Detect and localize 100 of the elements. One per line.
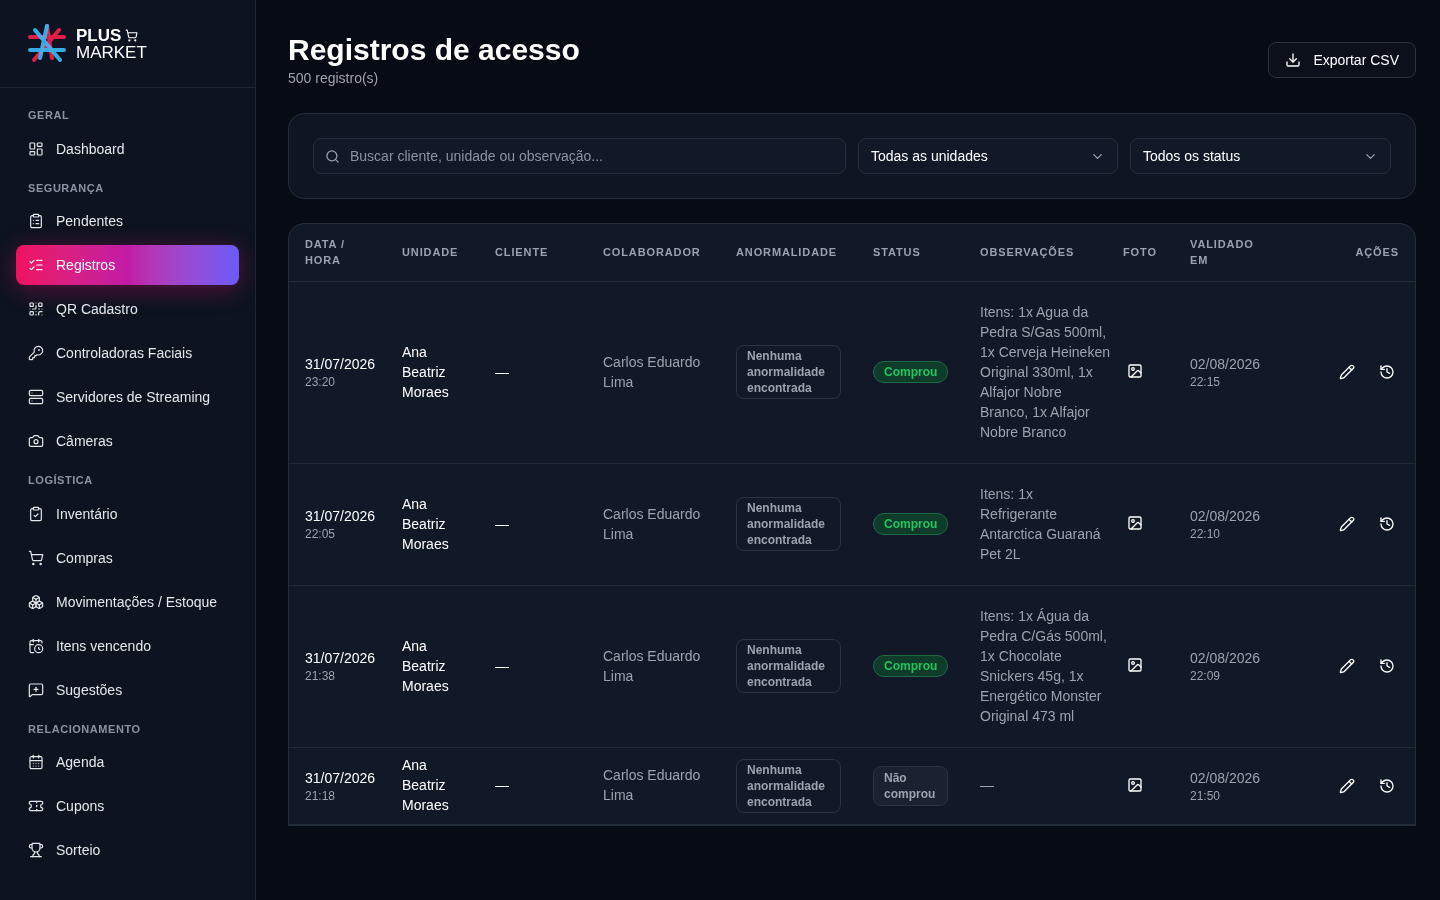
sidebar-item[interactable]: Agenda	[16, 742, 239, 782]
clipboard-check-icon	[28, 505, 44, 522]
calendar-icon	[28, 754, 44, 770]
status-badge: Comprou	[873, 655, 949, 677]
sidebar-item[interactable]: Registros	[16, 245, 239, 285]
unit-text: Ana Beatriz Moraes	[402, 636, 450, 696]
unit-select[interactable]: Todas as unidades	[858, 138, 1118, 174]
column-header: VALIDADO EM	[1190, 237, 1255, 269]
sidebar-item[interactable]: Câmeras	[16, 421, 239, 461]
validated-date: 02/08/2026	[1190, 507, 1262, 526]
cart-icon	[125, 28, 139, 42]
pencil-icon	[1339, 777, 1355, 794]
employee-text: Carlos Eduardo Lima	[603, 766, 702, 805]
checklist-icon	[28, 257, 44, 273]
ticket-icon	[28, 798, 44, 814]
status-badge: Comprou	[873, 361, 949, 383]
time-text: 22:05	[305, 526, 337, 542]
sidebar-item[interactable]: Pendentes	[16, 201, 239, 241]
pencil-icon	[1339, 658, 1355, 674]
history-icon	[1379, 364, 1395, 380]
server-icon	[28, 389, 44, 405]
sidebar-item[interactable]: Sugestões	[16, 669, 239, 710]
date-text: 31/07/2026	[305, 649, 377, 668]
clipboard-icon	[28, 213, 44, 229]
client-text: —	[495, 777, 509, 793]
validated-date: 02/08/2026	[1190, 768, 1262, 788]
sidebar-item[interactable]: Compras	[16, 537, 239, 578]
history-icon	[1379, 658, 1395, 674]
dashboard-icon	[28, 140, 44, 157]
sidebar-item[interactable]: Movimentações / Estoque	[16, 581, 239, 622]
time-text: 21:38	[305, 668, 337, 684]
client-text: —	[495, 363, 509, 380]
pencil-icon	[1339, 516, 1355, 532]
column-header: CLIENTE	[495, 246, 549, 259]
pencil-icon	[1339, 364, 1355, 380]
sidebar-item[interactable]: Controladoras Faciais	[16, 333, 239, 373]
sidebar-item[interactable]: Inventário	[16, 493, 239, 534]
employee-text: Carlos Eduardo Lima	[603, 352, 702, 392]
key-icon	[28, 345, 44, 361]
column-header: ANORMALIDADE	[736, 246, 837, 259]
page-title: Registros de acesso	[288, 32, 580, 68]
client-text: —	[495, 657, 509, 674]
column-header: FOTO	[1123, 246, 1157, 259]
section-heading: SEGURANÇA	[27, 180, 105, 196]
validated-time: 22:10	[1190, 526, 1222, 542]
sidebar-item[interactable]: Itens vencendo	[16, 625, 239, 666]
sidebar-item[interactable]: Servidores de Streaming	[16, 377, 239, 417]
unit-text: Ana Beatriz Moraes	[402, 342, 450, 402]
brand-subtitle: MARKET	[76, 43, 147, 61]
image-icon	[1127, 515, 1143, 531]
search-field[interactable]: Buscar cliente, unidade ou observação...	[313, 138, 846, 174]
employee-text: Carlos Eduardo Lima	[603, 646, 702, 686]
sidebar-item[interactable]: Dashboard	[16, 128, 239, 169]
brand-name: PLUS	[76, 26, 122, 44]
validated-time: 22:15	[1190, 374, 1222, 390]
unit-text: Ana Beatriz Moraes	[402, 756, 450, 815]
export-button[interactable]: Exportar CSV	[1268, 42, 1416, 78]
date-text: 31/07/2026	[305, 768, 377, 788]
qr-code-icon	[28, 301, 44, 317]
notes-text: Itens: 1x Refrigerante Antarctica Guaraná Pet 2L	[980, 484, 1102, 564]
column-header: STATUS	[873, 246, 921, 259]
status-badge: Comprou	[873, 513, 949, 535]
boxes-icon	[28, 593, 44, 610]
time-text: 21:18	[305, 787, 337, 804]
image-icon	[1127, 776, 1143, 793]
message-plus-icon	[28, 681, 44, 698]
section-heading: LOGÍSTICA	[27, 473, 94, 488]
validated-time: 22:09	[1190, 668, 1222, 684]
anomaly-badge: Nenhuma anormalidade encontrada	[736, 345, 841, 399]
calendar-clock-icon	[28, 637, 44, 654]
client-text: —	[495, 515, 509, 532]
column-header: COLABORADOR	[603, 246, 701, 259]
anomaly-badge: Nenhuma anormalidade encontrada	[736, 639, 841, 693]
history-icon	[1379, 516, 1395, 532]
status-select[interactable]: Todos os status	[1130, 138, 1391, 174]
notes-text: Itens: 1x Agua da Pedra S/Gas 500ml, 1x Cerveja Heineken Original 330ml, 1x Alfajor Nobre Branco, 1x Alfajor Nobre Branco	[980, 302, 1111, 442]
image-icon	[1127, 657, 1143, 673]
search-icon	[325, 149, 340, 164]
time-text: 23:20	[305, 374, 337, 390]
validated-date: 02/08/2026	[1190, 649, 1262, 668]
anomaly-badge: Nenhuma anormalidade encontrada	[736, 758, 841, 813]
download-icon	[1285, 52, 1302, 68]
sidebar-item[interactable]: QR Cadastro	[16, 289, 239, 329]
image-icon	[1127, 363, 1143, 379]
unit-text: Ana Beatriz Moraes	[402, 494, 450, 554]
anomaly-badge: Nenhuma anormalidade encontrada	[736, 497, 841, 551]
employee-text: Carlos Eduardo Lima	[603, 504, 702, 544]
sidebar-item[interactable]: Sorteio	[16, 830, 239, 870]
column-header: AÇÕES	[1355, 246, 1399, 259]
camera-icon	[28, 433, 44, 449]
notes-text: —	[980, 776, 994, 795]
date-text: 31/07/2026	[305, 355, 377, 374]
column-header: DATA / HORA	[305, 237, 346, 269]
history-icon	[1379, 777, 1395, 794]
sidebar-item[interactable]: Cupons	[16, 786, 239, 826]
date-text: 31/07/2026	[305, 507, 377, 526]
column-header: OBSERVAÇÕES	[980, 246, 1075, 259]
notes-text: Itens: 1x Água da Pedra C/Gás 500ml, 1x Chocolate Snickers 45g, 1x Energético Monster Original 473 ml	[980, 606, 1108, 726]
validated-date: 02/08/2026	[1190, 355, 1262, 374]
section-heading: GERAL	[27, 108, 71, 123]
